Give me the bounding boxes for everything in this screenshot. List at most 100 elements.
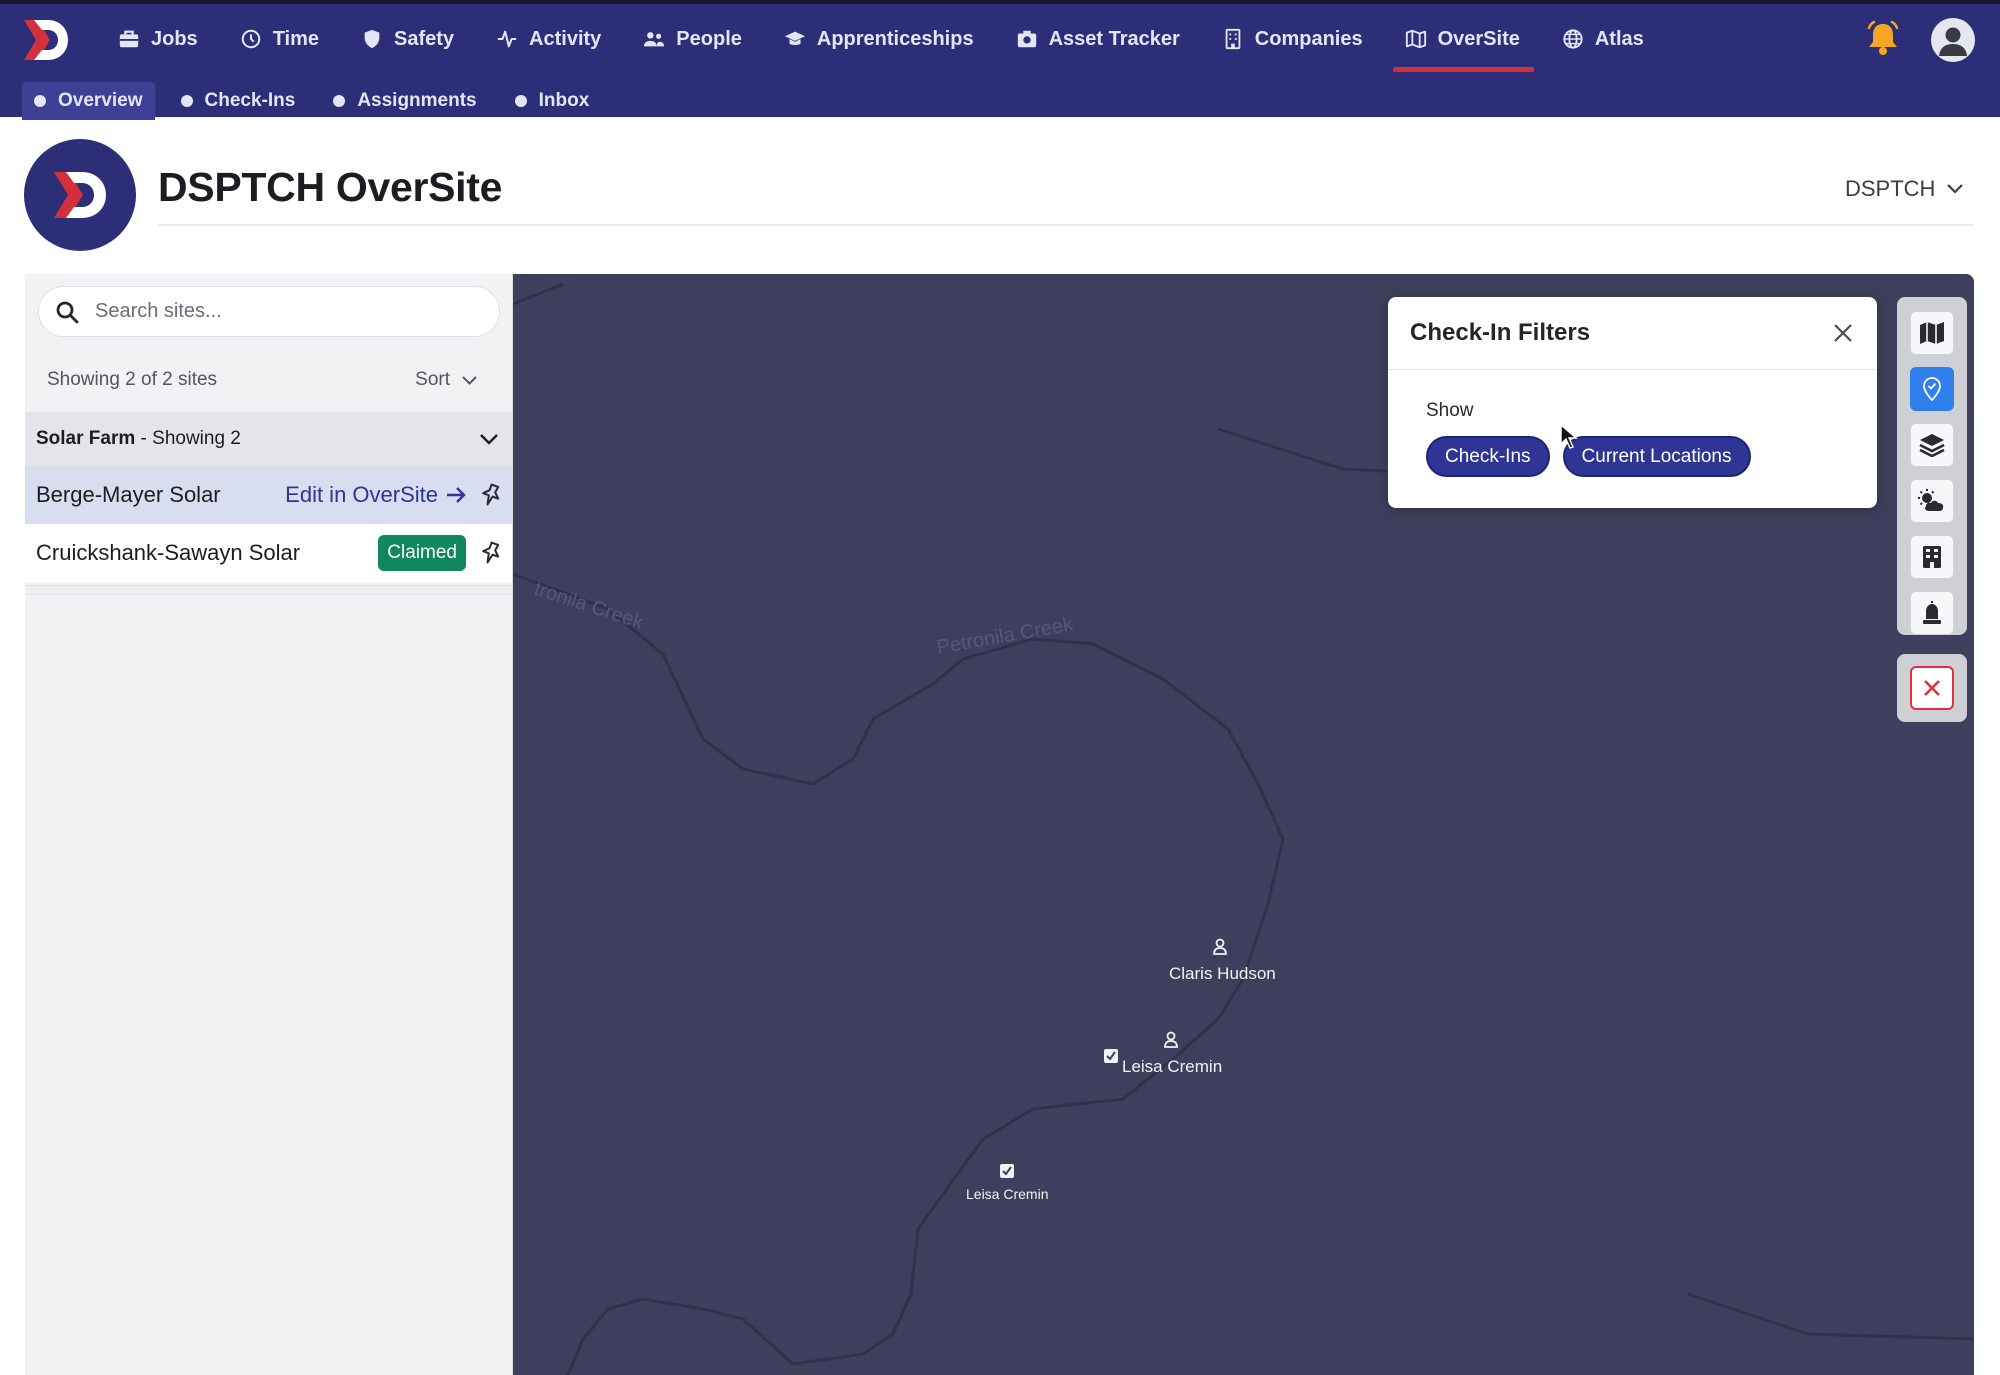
show-label: Show — [1426, 400, 1474, 421]
check-ins-filter-chip[interactable]: Check-Ins — [1426, 436, 1550, 477]
site-group-header[interactable]: Solar Farm - Showing 2 — [25, 412, 512, 466]
search-icon — [56, 301, 79, 323]
pin-icon[interactable] — [480, 541, 502, 565]
nav-oversite[interactable]: OverSite — [1392, 8, 1535, 72]
nav-asset-tracker[interactable]: Asset Tracker — [1016, 8, 1180, 70]
person-location-icon[interactable] — [1212, 938, 1228, 956]
nav-time[interactable]: Time — [240, 8, 319, 70]
nav-label: Time — [272, 27, 320, 50]
nav-activity[interactable]: Activity — [496, 8, 601, 70]
notification-bell-icon[interactable] — [1866, 20, 1900, 56]
nav-safety[interactable]: Safety — [361, 8, 454, 70]
bullet-icon — [180, 95, 193, 107]
subnav-check-ins[interactable]: Check-Ins — [169, 82, 308, 120]
site-row[interactable]: Berge-Mayer Solar Edit in OverSite — [25, 466, 512, 524]
nav-label: Companies — [1254, 27, 1363, 50]
subnav-label: Inbox — [538, 90, 590, 111]
nav-atlas[interactable]: Atlas — [1562, 8, 1644, 70]
subnav-label: Check-Ins — [204, 90, 296, 111]
title-divider — [158, 224, 1974, 226]
map-tools-toolbar — [1897, 297, 1967, 635]
weather-button[interactable] — [1910, 479, 1954, 523]
map-style-button[interactable] — [1910, 311, 1954, 355]
group-title: Solar Farm - Showing 2 — [36, 428, 241, 450]
layers-icon — [1919, 434, 1945, 457]
nav-label: OverSite — [1437, 27, 1520, 50]
map-icon — [1405, 29, 1426, 49]
edit-in-oversite-link[interactable]: Edit in OverSite — [285, 482, 466, 508]
close-icon — [1924, 680, 1940, 696]
nav-label: Activity — [529, 27, 602, 50]
nav-people[interactable]: People — [643, 8, 742, 70]
chevron-down-icon — [1947, 184, 1964, 194]
nav-label: People — [676, 27, 742, 50]
chevron-down-icon — [480, 433, 498, 445]
filter-panel-header: Check-In Filters — [1388, 297, 1877, 370]
user-avatar[interactable] — [1931, 18, 1975, 62]
chevron-down-icon — [462, 375, 477, 385]
buildings-button[interactable] — [1910, 535, 1954, 579]
nav-jobs[interactable]: Jobs — [118, 8, 198, 70]
organization-selector[interactable]: DSPTCH — [1845, 176, 1964, 202]
page-title: DSPTCH OverSite — [158, 164, 503, 210]
bullet-icon — [333, 95, 346, 107]
dsptch-logo-icon[interactable] — [20, 16, 70, 64]
filter-chip-row: Check-Ins Current Locations — [1426, 436, 1877, 477]
site-actions: Claimed — [378, 535, 502, 571]
subnav-label: Assignments — [357, 90, 477, 111]
sort-dropdown[interactable]: Sort — [415, 369, 477, 391]
current-locations-filter-chip[interactable]: Current Locations — [1562, 436, 1751, 477]
globe-icon — [1563, 29, 1583, 49]
sites-sidebar: Showing 2 of 2 sites Sort Solar Farm - S… — [25, 274, 513, 1375]
building-icon — [1923, 546, 1941, 568]
clock-icon — [241, 29, 260, 49]
creek-label: Petronila Creek — [935, 613, 1076, 659]
camera-icon — [1017, 30, 1036, 48]
nav-apprenticeships[interactable]: Apprenticeships — [784, 8, 974, 70]
nav-label: Atlas — [1594, 27, 1644, 50]
check-in-filters-panel: Check-In Filters Show Check-Ins Current … — [1388, 297, 1877, 508]
bullet-icon — [514, 95, 527, 107]
layers-button[interactable] — [1910, 423, 1954, 467]
users-icon — [644, 32, 665, 47]
nav-label: Asset Tracker — [1048, 27, 1180, 50]
mouse-cursor-icon — [1560, 424, 1578, 449]
check-in-icon[interactable] — [999, 1162, 1015, 1179]
top-navigation-bar: Jobs Time Safety Activity People Apprent… — [0, 0, 2000, 120]
subnav-assignments[interactable]: Assignments — [321, 82, 488, 120]
user-icon — [1939, 27, 1967, 56]
map-icon — [1920, 322, 1944, 344]
list-end-divider — [25, 585, 512, 595]
search-box[interactable] — [38, 286, 500, 337]
marker-label: Claris Hudson — [1169, 964, 1276, 983]
main-nav: Jobs Time Safety Activity People Apprent… — [118, 8, 1686, 72]
site-row[interactable]: Cruickshank-Sawayn Solar Claimed — [25, 524, 512, 582]
close-icon[interactable] — [1833, 323, 1853, 343]
nav-companies[interactable]: Companies — [1222, 8, 1363, 70]
site-name: Cruickshank-Sawayn Solar — [36, 540, 301, 565]
bullet-icon — [34, 95, 46, 107]
check-in-icon[interactable] — [1103, 1047, 1119, 1064]
subnav-label: Overview — [58, 90, 143, 111]
pin-icon[interactable] — [480, 483, 502, 507]
close-map-tools-button[interactable] — [1910, 666, 1954, 710]
briefcase-icon — [119, 30, 139, 48]
subnav-inbox[interactable]: Inbox — [503, 82, 602, 120]
group-count: - Showing 2 — [135, 428, 241, 449]
arrow-right-icon — [447, 487, 466, 503]
subnav-overview[interactable]: Overview — [22, 82, 155, 120]
sub-navigation: Overview Check-Ins Assignments Inbox — [22, 82, 615, 120]
building-icon — [1225, 28, 1241, 50]
site-actions: Edit in OverSite — [285, 482, 502, 508]
graduation-cap-icon — [784, 31, 805, 45]
nav-label: Jobs — [151, 27, 198, 50]
check-in-filters-button[interactable] — [1910, 367, 1954, 411]
nav-label: Apprenticeships — [816, 27, 974, 50]
weather-sun-cloud-icon — [1918, 489, 1944, 511]
pulse-icon — [497, 30, 517, 48]
alert-beacon-button[interactable] — [1910, 591, 1954, 635]
location-pin-icon — [1923, 377, 1941, 401]
person-location-icon[interactable] — [1163, 1031, 1179, 1049]
marker-label: Leisa Cremin — [1122, 1057, 1223, 1076]
search-sites-input[interactable] — [95, 300, 475, 323]
